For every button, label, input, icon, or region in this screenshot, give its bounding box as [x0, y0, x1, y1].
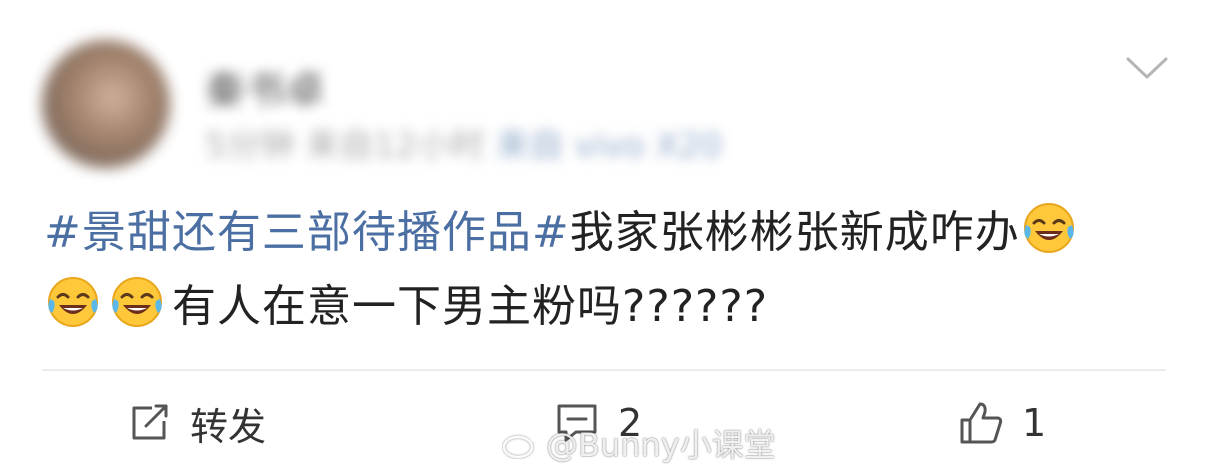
- post-time: 5分钟 来自12小时: [205, 126, 485, 166]
- post-line-1: #景甜还有三部待播作品#我家张彬彬张新成咋办: [44, 196, 1164, 270]
- thumbs-up-icon: [960, 402, 1003, 444]
- laughing-crying-emoji-icon: [48, 277, 98, 327]
- chevron-down-icon[interactable]: [1125, 55, 1169, 81]
- post-text-line2: 有人在意一下男主粉吗??????: [172, 281, 769, 332]
- post-text: #景甜还有三部待播作品#我家张彬彬张新成咋办 有人在意一下男主粉吗??????: [44, 196, 1164, 344]
- laughing-crying-emoji-icon: [112, 277, 162, 327]
- post-source: 来自 vivo X20: [495, 126, 723, 166]
- post-text-line1: 我家张彬彬张新成咋办: [569, 207, 1020, 258]
- repost-button[interactable]: 转发: [128, 395, 266, 451]
- watermark-text: @Bunny小课堂: [546, 426, 776, 464]
- weibo-icon: [502, 429, 539, 459]
- post-line-2: 有人在意一下男主粉吗??????: [44, 270, 1164, 344]
- repost-label: 转发: [190, 404, 267, 449]
- watermark: @Bunny小课堂: [502, 420, 776, 466]
- repost-icon: [132, 404, 168, 440]
- avatar[interactable]: [42, 40, 170, 168]
- post-meta: 5分钟 来自12小时 来自 vivo X20: [205, 118, 722, 167]
- laughing-crying-emoji-icon: [1023, 203, 1074, 253]
- hashtag-link[interactable]: #景甜还有三部待播作品#: [44, 207, 570, 258]
- user-name[interactable]: 秦书卓: [205, 58, 325, 116]
- like-button[interactable]: 1: [958, 395, 1046, 451]
- like-count: 1: [1022, 401, 1047, 445]
- divider: [42, 369, 1166, 371]
- weibo-post-card: 秦书卓 5分钟 来自12小时 来自 vivo X20 #景甜还有三部待播作品#我…: [0, 0, 1206, 470]
